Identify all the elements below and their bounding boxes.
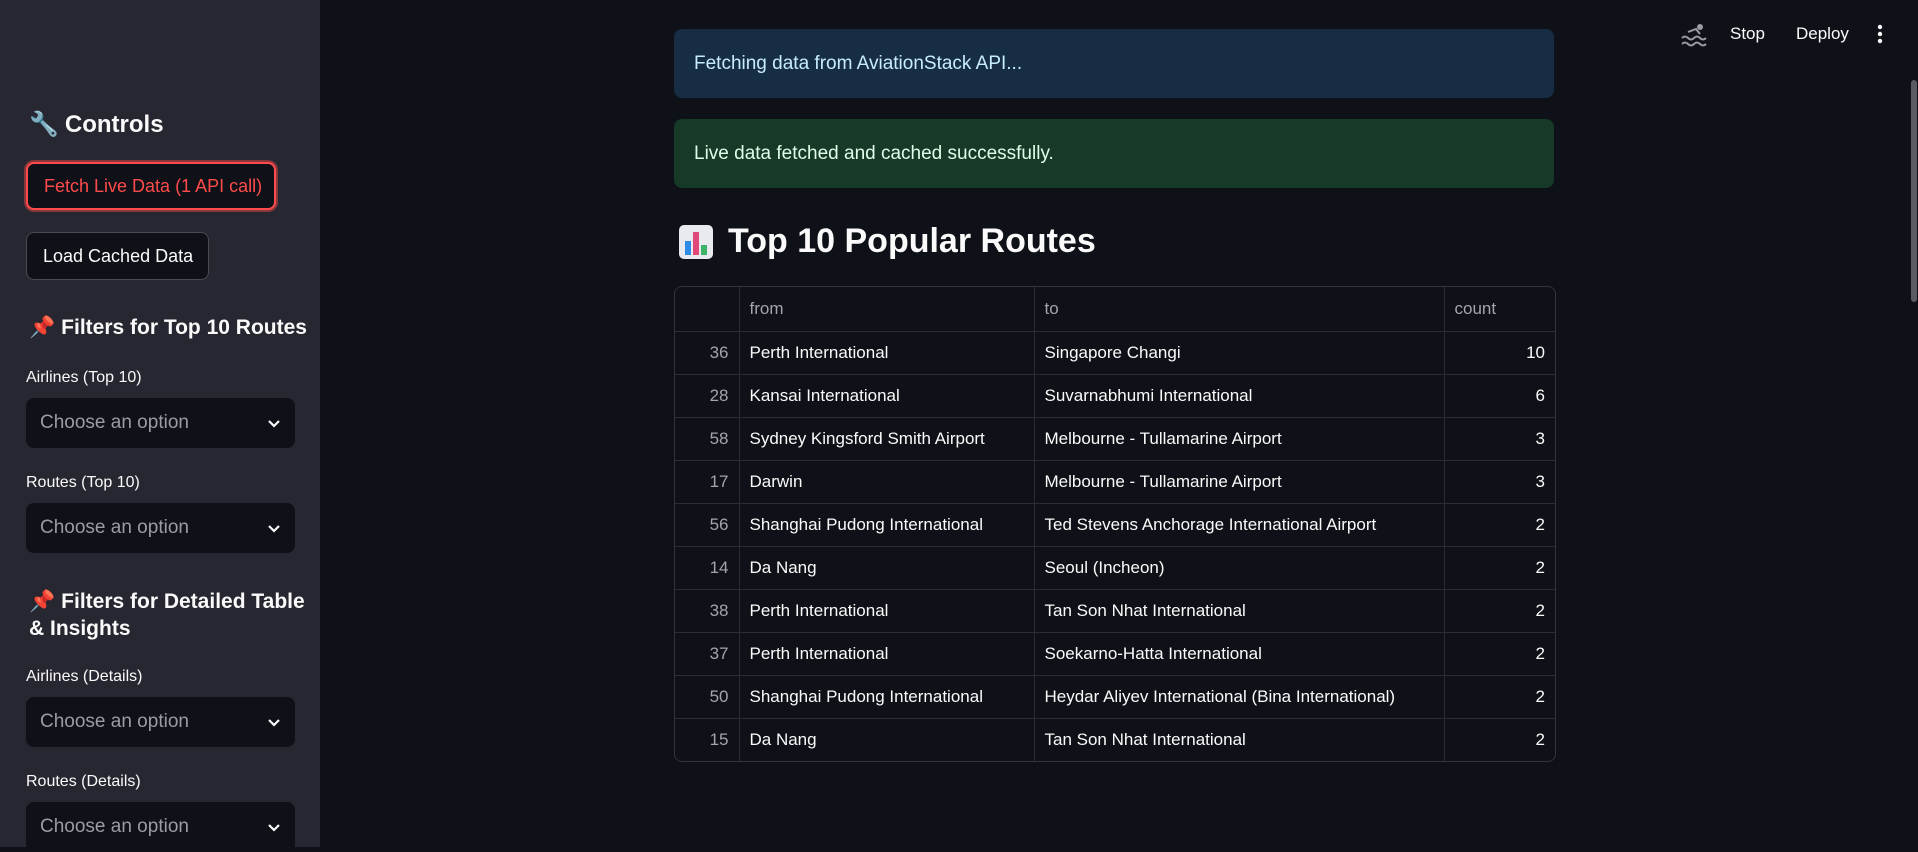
to-cell[interactable]: Melbourne - Tullamarine Airport bbox=[1034, 417, 1445, 461]
bar-chart-icon bbox=[679, 224, 713, 259]
count-cell[interactable]: 6 bbox=[1444, 374, 1555, 418]
row-index: 58 bbox=[675, 417, 740, 461]
count-cell[interactable]: 2 bbox=[1444, 632, 1555, 676]
table-row: 58 Sydney Kingsford Smith Airport Melbou… bbox=[675, 417, 1555, 461]
select-placeholder: Choose an option bbox=[40, 517, 189, 538]
swimmer-icon bbox=[1681, 24, 1707, 47]
to-cell[interactable]: Tan Son Nhat International bbox=[1034, 589, 1445, 633]
routes-details-select[interactable]: Choose an option bbox=[26, 802, 295, 852]
to-cell[interactable]: Tan Son Nhat International bbox=[1034, 718, 1445, 761]
deploy-button[interactable]: Deploy bbox=[1796, 24, 1849, 44]
table-row: 50 Shanghai Pudong International Heydar … bbox=[675, 675, 1555, 719]
to-cell[interactable]: Seoul (Incheon) bbox=[1034, 546, 1445, 590]
routes-details-label: Routes (Details) bbox=[26, 773, 141, 790]
sidebar: 🔧 Controls Fetch Live Data (1 API call) L… bbox=[0, 0, 320, 852]
table-row: 37 Perth International Soekarno-Hatta In… bbox=[675, 632, 1555, 676]
to-cell[interactable]: Heydar Aliyev International (Bina Intern… bbox=[1034, 675, 1445, 719]
select-placeholder: Choose an option bbox=[40, 711, 189, 732]
table-row: 17 Darwin Melbourne - Tullamarine Airpor… bbox=[675, 460, 1555, 504]
kebab-menu-icon[interactable] bbox=[1874, 22, 1886, 46]
table-row: 56 Shanghai Pudong International Ted Ste… bbox=[675, 503, 1555, 547]
airlines-top-select[interactable]: Choose an option bbox=[26, 398, 295, 448]
from-cell[interactable]: Shanghai Pudong International bbox=[739, 503, 1035, 547]
row-index: 50 bbox=[675, 675, 740, 719]
airlines-details-label: Airlines (Details) bbox=[26, 668, 143, 685]
airlines-details-select[interactable]: Choose an option bbox=[26, 697, 295, 747]
count-cell[interactable]: 2 bbox=[1444, 589, 1555, 633]
from-cell[interactable]: Sydney Kingsford Smith Airport bbox=[739, 417, 1035, 461]
table-row: 28 Kansai International Suvarnabhumi Int… bbox=[675, 374, 1555, 418]
select-placeholder: Choose an option bbox=[40, 412, 189, 433]
from-cell[interactable]: Perth International bbox=[739, 589, 1035, 633]
from-cell[interactable]: Perth International bbox=[739, 331, 1035, 375]
count-cell[interactable]: 10 bbox=[1444, 331, 1555, 375]
count-cell[interactable]: 3 bbox=[1444, 460, 1555, 504]
chevron-down-icon bbox=[268, 420, 280, 428]
row-index: 14 bbox=[675, 546, 740, 590]
routes-table[interactable]: from to count 36 Perth International Sin… bbox=[674, 286, 1556, 762]
from-cell[interactable]: Da Nang bbox=[739, 718, 1035, 761]
table-row: 36 Perth International Singapore Changi … bbox=[675, 331, 1555, 375]
column-header-count[interactable]: count bbox=[1444, 287, 1555, 332]
column-header-from[interactable]: from bbox=[739, 287, 1035, 332]
select-placeholder: Choose an option bbox=[40, 816, 189, 837]
info-alert: Fetching data from AviationStack API... bbox=[674, 29, 1554, 98]
routes-top-select[interactable]: Choose an option bbox=[26, 503, 295, 553]
row-index: 17 bbox=[675, 460, 740, 504]
row-index: 56 bbox=[675, 503, 740, 547]
chevron-down-icon bbox=[268, 719, 280, 727]
fetch-live-data-button[interactable]: Fetch Live Data (1 API call) bbox=[26, 162, 276, 210]
airlines-top-label: Airlines (Top 10) bbox=[26, 369, 142, 386]
table-row: 38 Perth International Tan Son Nhat Inte… bbox=[675, 589, 1555, 633]
to-cell[interactable]: Singapore Changi bbox=[1034, 331, 1445, 375]
table-header-row: from to count bbox=[675, 287, 1555, 332]
section-title: Top 10 Popular Routes bbox=[678, 222, 1096, 261]
from-cell[interactable]: Shanghai Pudong International bbox=[739, 675, 1035, 719]
controls-heading: 🔧 Controls bbox=[29, 111, 164, 138]
table-row: 15 Da Nang Tan Son Nhat International 2 bbox=[675, 718, 1555, 761]
load-cached-data-button[interactable]: Load Cached Data bbox=[26, 232, 209, 280]
scrollbar-thumb[interactable] bbox=[1911, 80, 1917, 302]
count-cell[interactable]: 2 bbox=[1444, 718, 1555, 761]
table-row: 14 Da Nang Seoul (Incheon) 2 bbox=[675, 546, 1555, 590]
chevron-down-icon bbox=[268, 824, 280, 832]
wrench-icon: 🔧 bbox=[29, 111, 59, 138]
pushpin-icon: 📌 bbox=[29, 590, 56, 613]
row-index: 38 bbox=[675, 589, 740, 633]
from-cell[interactable]: Da Nang bbox=[739, 546, 1035, 590]
count-cell[interactable]: 2 bbox=[1444, 503, 1555, 547]
row-index: 37 bbox=[675, 632, 740, 676]
count-cell[interactable]: 2 bbox=[1444, 675, 1555, 719]
stop-button[interactable]: Stop bbox=[1730, 24, 1765, 44]
pushpin-icon: 📌 bbox=[29, 316, 56, 339]
to-cell[interactable]: Soekarno-Hatta International bbox=[1034, 632, 1445, 676]
success-alert: Live data fetched and cached successfull… bbox=[674, 119, 1554, 188]
to-cell[interactable]: Ted Stevens Anchorage International Airp… bbox=[1034, 503, 1445, 547]
row-index: 36 bbox=[675, 331, 740, 375]
column-header-index[interactable] bbox=[675, 287, 740, 332]
row-index: 28 bbox=[675, 374, 740, 418]
chevron-down-icon bbox=[268, 525, 280, 533]
filters-detail-heading: 📌 Filters for Detailed Table & Insights bbox=[29, 590, 305, 640]
count-cell[interactable]: 3 bbox=[1444, 417, 1555, 461]
filters-top-heading: 📌 Filters for Top 10 Routes bbox=[29, 316, 307, 339]
row-index: 15 bbox=[675, 718, 740, 761]
routes-top-label: Routes (Top 10) bbox=[26, 474, 140, 491]
to-cell[interactable]: Suvarnabhumi International bbox=[1034, 374, 1445, 418]
column-header-to[interactable]: to bbox=[1034, 287, 1445, 332]
from-cell[interactable]: Darwin bbox=[739, 460, 1035, 504]
from-cell[interactable]: Kansai International bbox=[739, 374, 1035, 418]
to-cell[interactable]: Melbourne - Tullamarine Airport bbox=[1034, 460, 1445, 504]
from-cell[interactable]: Perth International bbox=[739, 632, 1035, 676]
scrollbar[interactable] bbox=[1906, 0, 1918, 847]
count-cell[interactable]: 2 bbox=[1444, 546, 1555, 590]
